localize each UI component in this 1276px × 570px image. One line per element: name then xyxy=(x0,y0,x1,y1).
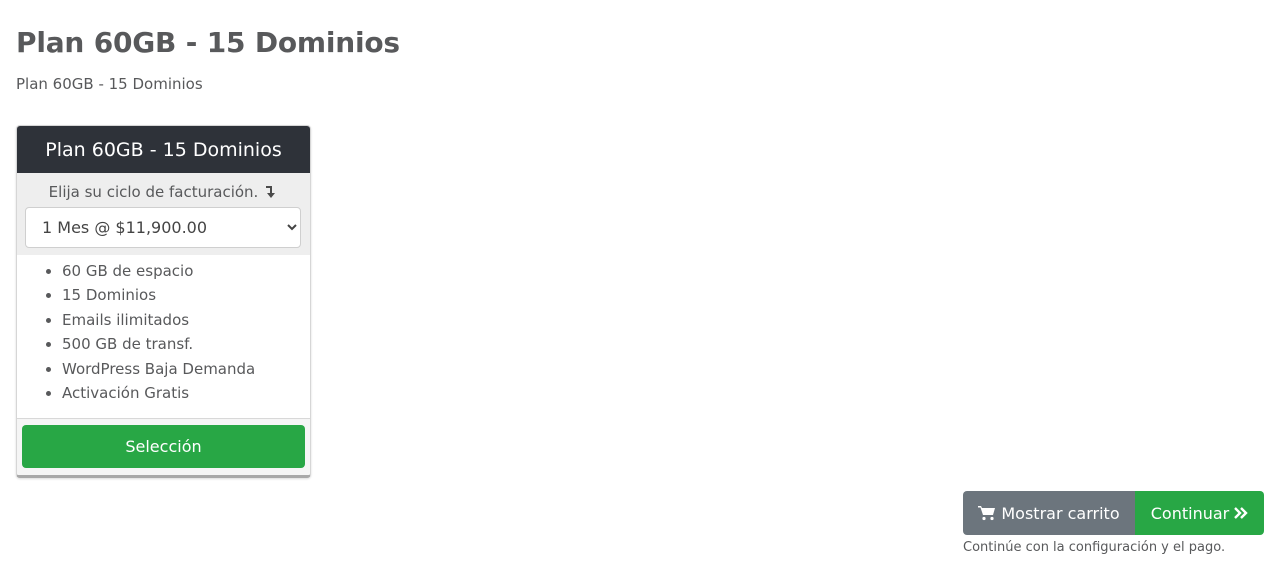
page-subtitle: Plan 60GB - 15 Dominios xyxy=(16,75,203,93)
continue-help-text: Continúe con la configuración y el pago. xyxy=(963,540,1226,555)
arrow-down-right-icon xyxy=(264,184,278,200)
billing-cycle-select[interactable]: 1 Mes @ $11,900.00 xyxy=(25,207,301,248)
page-title: Plan 60GB - 15 Dominios xyxy=(16,26,400,59)
billing-cycle-label: Elija su ciclo de facturación. xyxy=(48,183,259,201)
select-plan-button[interactable]: Selección xyxy=(22,425,305,468)
continue-label: Continuar xyxy=(1150,503,1230,523)
checkout-action-bar: Mostrar carrito Continuar xyxy=(963,491,1264,535)
billing-cycle-section: Elija su ciclo de facturación. 1 Mes @ $… xyxy=(17,173,310,255)
continue-button[interactable]: Continuar xyxy=(1135,491,1264,535)
feature-item: 60 GB de espacio xyxy=(62,259,310,283)
shopping-cart-icon xyxy=(978,505,996,521)
product-card: Plan 60GB - 15 Dominios Elija su ciclo d… xyxy=(16,125,311,478)
feature-item: Emails ilimitados xyxy=(62,308,310,332)
feature-item: Activación Gratis xyxy=(62,381,310,405)
feature-item: WordPress Baja Demanda xyxy=(62,357,310,381)
product-card-header: Plan 60GB - 15 Dominios xyxy=(17,126,310,173)
show-cart-label: Mostrar carrito xyxy=(1001,503,1120,523)
features-list: 60 GB de espacio 15 Dominios Emails ilim… xyxy=(17,255,310,419)
feature-item: 15 Dominios xyxy=(62,283,310,307)
double-chevron-right-icon xyxy=(1234,505,1248,521)
product-card-footer: Selección xyxy=(17,419,310,475)
feature-item: 500 GB de transf. xyxy=(62,332,310,356)
billing-cycle-label-row: Elija su ciclo de facturación. xyxy=(17,183,310,201)
show-cart-button[interactable]: Mostrar carrito xyxy=(963,491,1135,535)
